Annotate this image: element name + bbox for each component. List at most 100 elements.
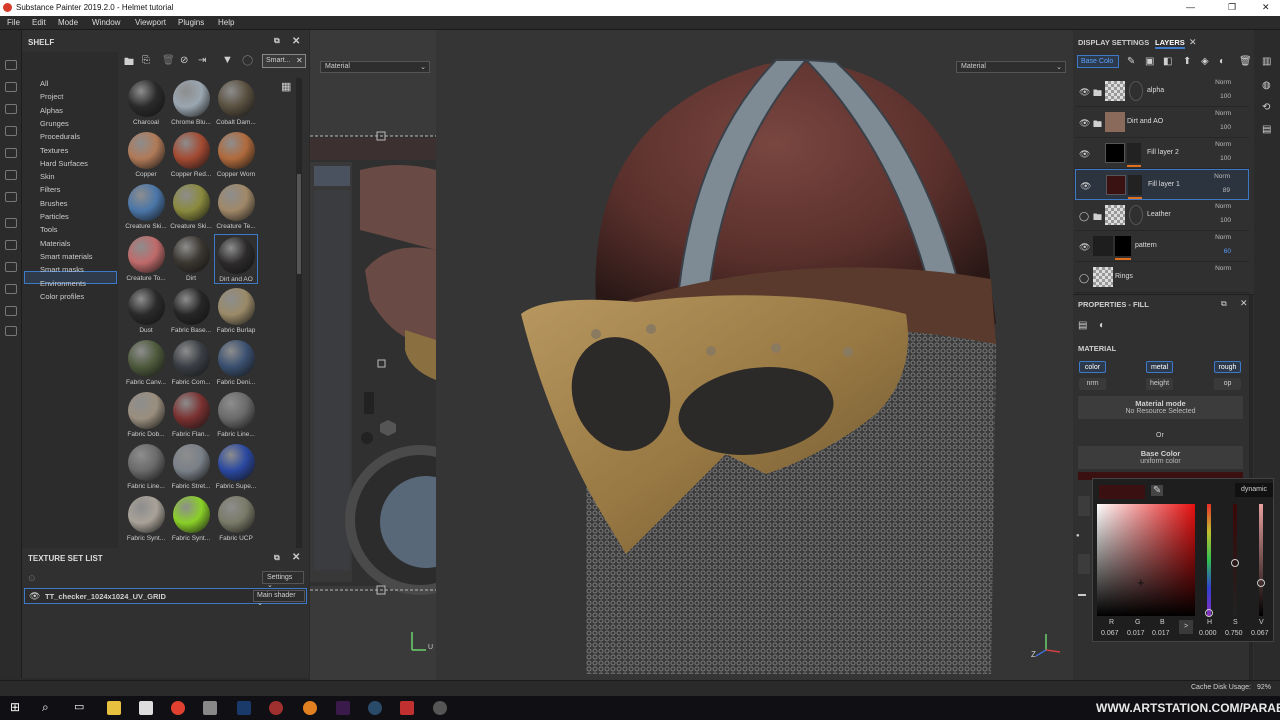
material-tile[interactable]: Dust xyxy=(124,286,168,336)
windows-start-icon[interactable]: ⊞ xyxy=(10,700,20,714)
material-tile[interactable]: Fabric Synt... xyxy=(124,494,168,544)
layer-row-selected[interactable]: 👁 Fill layer 1 Norm 89 xyxy=(1075,169,1249,200)
paint-brush-icon[interactable] xyxy=(5,60,17,70)
shader-dropdown[interactable]: Main shader ⌄ xyxy=(253,590,305,607)
category-textures[interactable]: Textures xyxy=(40,146,68,155)
eye-icon[interactable]: 👁 xyxy=(1079,149,1090,160)
texture-set-close-icon[interactable]: ✕ xyxy=(292,552,300,563)
menu-mode[interactable]: Mode xyxy=(58,18,78,27)
material-tile[interactable]: Dirt xyxy=(169,234,213,284)
blend-mode[interactable]: Norm xyxy=(1215,234,1231,241)
texture-set-icon[interactable]: ▥ xyxy=(1262,56,1271,67)
viewport-3d[interactable]: Material ⌄ Z xyxy=(436,30,1073,680)
layer-row[interactable]: 👁 🖿 Dirt and AO Norm 100 xyxy=(1075,107,1249,138)
computer-icon[interactable] xyxy=(139,701,153,715)
category-grunges[interactable]: Grunges xyxy=(40,119,69,128)
folder-add-icon[interactable]: ◐ xyxy=(1219,56,1225,67)
eye-icon[interactable]: ◯ xyxy=(1079,273,1089,284)
eye-icon[interactable]: 👁 xyxy=(1080,181,1091,192)
material-mode-box[interactable]: Material mode No Resource Selected xyxy=(1078,396,1243,419)
eye-icon[interactable]: 👁 xyxy=(1079,242,1090,253)
layer-opacity[interactable]: 89 xyxy=(1223,187,1230,194)
material-tile[interactable]: Cobalt Dam... xyxy=(214,78,258,128)
s-value[interactable]: 0.750 xyxy=(1225,630,1243,637)
material-tile[interactable]: Fabric Stret... xyxy=(169,442,213,492)
geometry-mask-icon[interactable] xyxy=(5,126,17,136)
category-project[interactable]: Project xyxy=(40,92,63,101)
base-color-box[interactable]: Base Color uniform color xyxy=(1078,446,1243,469)
text-icon[interactable] xyxy=(5,262,17,272)
obs-icon[interactable] xyxy=(433,701,447,715)
add-effect-icon[interactable]: ⬆ xyxy=(1183,56,1191,67)
eye-icon[interactable]: ◯ xyxy=(1079,211,1089,222)
menu-file[interactable]: File xyxy=(7,18,20,27)
category-particles[interactable]: Particles xyxy=(40,212,69,221)
filter-icon[interactable]: ▼ xyxy=(222,54,233,66)
settings-icon[interactable] xyxy=(5,326,17,336)
category-hard-surfaces[interactable]: Hard Surfaces xyxy=(40,159,88,168)
layer-opacity[interactable]: 100 xyxy=(1220,124,1231,131)
material-tile[interactable]: Fabric Dob... xyxy=(124,390,168,440)
material-tile[interactable]: Fabric Burlap xyxy=(214,286,258,336)
blend-mode[interactable]: Norm xyxy=(1215,110,1231,117)
maximize-button[interactable]: ❐ xyxy=(1228,2,1236,13)
fill-layer-icon[interactable]: ▣ xyxy=(1145,56,1154,67)
material-tile[interactable]: Fabric Base... xyxy=(169,286,213,336)
file-explorer-icon[interactable] xyxy=(107,701,121,715)
menu-plugins[interactable]: Plugins xyxy=(178,18,204,27)
material-tile[interactable]: Chrome Blu... xyxy=(169,78,213,128)
blend-mode[interactable]: Norm xyxy=(1215,265,1231,272)
material-tile[interactable]: Creature Ski... xyxy=(169,182,213,232)
polygon-fill-icon[interactable] xyxy=(5,240,17,250)
hue-slider[interactable] xyxy=(1207,504,1211,616)
material-tile[interactable]: Creature To... xyxy=(124,234,168,284)
premiere-icon[interactable] xyxy=(336,701,350,715)
minimize-button[interactable]: — xyxy=(1186,2,1195,12)
viewport-2d-mode[interactable]: Material ⌄ xyxy=(320,61,430,73)
tag-icon[interactable]: ◯ xyxy=(242,55,253,66)
shelf-scrollbar[interactable] xyxy=(296,78,302,548)
tab-layers[interactable]: LAYERS xyxy=(1155,38,1185,49)
material-tile[interactable]: Fabric Flan... xyxy=(169,390,213,440)
delete-icon[interactable]: 🗑 xyxy=(162,55,175,66)
layer-opacity[interactable]: 100 xyxy=(1220,93,1231,100)
r-value[interactable]: 0.067 xyxy=(1101,630,1119,637)
tab-display-settings[interactable]: DISPLAY SETTINGS xyxy=(1078,38,1149,47)
task-view-icon[interactable]: ▭ xyxy=(74,700,84,713)
h-value[interactable]: 0.000 xyxy=(1199,630,1217,637)
float-icon[interactable]: ⧉ xyxy=(274,36,280,46)
layers-close-icon[interactable]: ✕ xyxy=(1189,37,1197,48)
material-tile[interactable]: Fabric Deni... xyxy=(214,338,258,388)
material-tile[interactable]: Creature Te... xyxy=(214,182,258,232)
new-folder-icon[interactable]: ⎘ xyxy=(142,55,150,66)
category-smart-materials[interactable]: Smart materials xyxy=(40,252,93,261)
smudge-icon[interactable] xyxy=(5,148,17,158)
material-tile[interactable]: Fabric Canv... xyxy=(124,338,168,388)
scrollbar-thumb[interactable] xyxy=(297,174,301,274)
eye-icon[interactable]: 👁 xyxy=(1079,87,1090,98)
material-tile[interactable]: Copper Worn xyxy=(214,130,258,180)
material-tile[interactable]: Copper xyxy=(124,130,168,180)
material-tile[interactable]: Copper Red... xyxy=(169,130,213,180)
layer-row[interactable]: 👁 pattern Norm 60 xyxy=(1075,231,1249,262)
material-tile[interactable]: Fabric Line... xyxy=(214,390,258,440)
add-mask-icon[interactable]: ◧ xyxy=(1163,56,1172,67)
settings-dropdown[interactable]: Settings ⌄ xyxy=(262,571,304,589)
shelf-close-icon[interactable]: ✕ xyxy=(292,36,300,47)
category-all[interactable]: All xyxy=(40,79,48,88)
menu-viewport[interactable]: Viewport xyxy=(135,18,166,27)
value-slider[interactable] xyxy=(1259,504,1263,616)
color-picker-popup[interactable]: ✎ dynamic + R G B H S V 0.067 0.017 0.01… xyxy=(1092,478,1274,642)
import-icon[interactable]: ⇥ xyxy=(198,55,206,66)
history-icon[interactable]: ⟲ xyxy=(1262,102,1270,113)
layer-row[interactable]: ◯ Rings Norm xyxy=(1075,262,1249,293)
category-filters[interactable]: Filters xyxy=(40,185,60,194)
material-tile[interactable]: Fabric Synt... xyxy=(169,494,213,544)
trash-icon[interactable]: 🗑 xyxy=(1239,56,1252,67)
fill-bucket-icon[interactable]: ◈ xyxy=(1201,56,1209,67)
float-icon[interactable]: ⧉ xyxy=(1221,299,1227,309)
layer-row[interactable]: 👁 Fill layer 2 Norm 100 xyxy=(1075,138,1249,169)
paint-layer-icon[interactable]: ✎ xyxy=(1127,56,1135,67)
material-tile[interactable]: Fabric UCP xyxy=(214,494,258,544)
category-tools[interactable]: Tools xyxy=(40,225,58,234)
